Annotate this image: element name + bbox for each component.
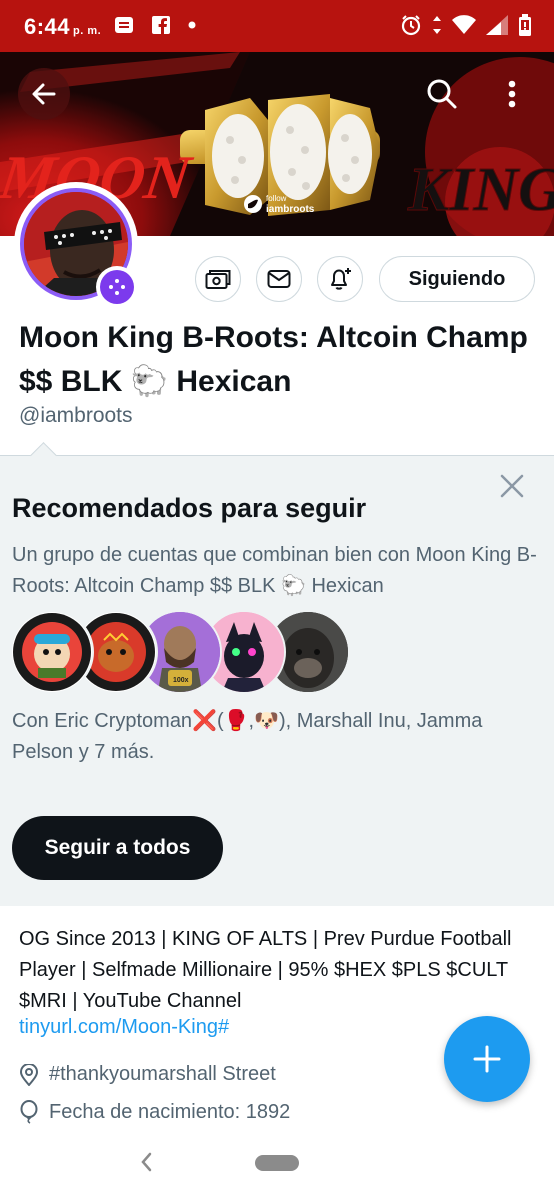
recommended-close-button[interactable] [498, 472, 526, 505]
tip-button[interactable] [195, 256, 241, 302]
data-arrows-icon [433, 16, 441, 34]
message-button[interactable] [256, 256, 302, 302]
compose-button[interactable] [444, 1016, 530, 1102]
money-icon [205, 270, 231, 289]
svg-text:iambroots: iambroots [266, 204, 315, 215]
chevron-left-icon [141, 1152, 152, 1172]
nav-back-button[interactable] [138, 1150, 154, 1179]
bell-plus-icon [331, 268, 351, 290]
battery-icon [519, 14, 531, 36]
signal-icon [486, 15, 508, 35]
balloon-icon [20, 1100, 38, 1124]
svg-text:100x: 100x [173, 677, 189, 684]
profile-birth-text: Fecha de nacimiento: 1892 [49, 1100, 291, 1123]
verified-nft-badge [96, 266, 138, 308]
hexagon-dots-icon [109, 279, 125, 295]
svg-text:follow: follow [266, 194, 287, 203]
status-bar: 6:44 p. m. [0, 0, 554, 52]
profile-location-text: #thankyoumarshall Street [49, 1063, 276, 1085]
wifi-icon [452, 15, 476, 34]
system-icons [400, 14, 532, 36]
profile-birth: Fecha de nacimiento: 1892 [19, 1100, 290, 1124]
facebook-icon [152, 16, 170, 34]
search-icon [427, 79, 457, 109]
recommended-title: Recomendados para seguir [12, 493, 367, 523]
follow-all-button[interactable]: Seguir a todos [12, 816, 223, 880]
arrow-left-icon [32, 83, 56, 105]
status-time-value: 6:44 [24, 14, 71, 39]
notify-button[interactable] [317, 256, 363, 302]
banner-king-text: KING [407, 156, 554, 224]
profile-location: #thankyoumarshall Street [19, 1063, 276, 1086]
search-button[interactable] [416, 68, 468, 120]
more-vertical-icon [508, 80, 516, 108]
alarm-icon [401, 15, 421, 36]
notification-icons [114, 16, 196, 34]
back-button[interactable] [18, 68, 70, 120]
plus-icon [473, 1045, 501, 1073]
recommended-avatar-1[interactable] [10, 610, 94, 694]
message-notification-icon [115, 17, 133, 33]
profile-bio: OG Since 2013 | KING OF ALTS | Prev Purd… [19, 928, 512, 1012]
status-ampm: p. m. [73, 25, 102, 37]
more-button[interactable] [486, 68, 538, 120]
mail-icon [267, 270, 291, 288]
following-button[interactable]: Siguiendo [379, 256, 535, 302]
recommended-subtitle: Un grupo de cuentas que combinan bien co… [12, 544, 537, 597]
recommended-with-text: Con Eric Cryptoman❌(🥊,🐶), Marshall Inu, … [12, 710, 483, 763]
profile-link[interactable]: tinyurl.com/Moon-King# [19, 1016, 229, 1039]
close-icon [500, 474, 524, 498]
profile-handle: @iambroots [19, 404, 133, 427]
dot-icon [188, 21, 196, 29]
nav-home-pill[interactable] [255, 1155, 299, 1171]
status-time: 6:44 p. m. [24, 14, 101, 40]
location-pin-icon [19, 1063, 39, 1086]
profile-display-name: Moon King B-Roots: Altcoin Champ $$ BLK … [19, 321, 528, 398]
